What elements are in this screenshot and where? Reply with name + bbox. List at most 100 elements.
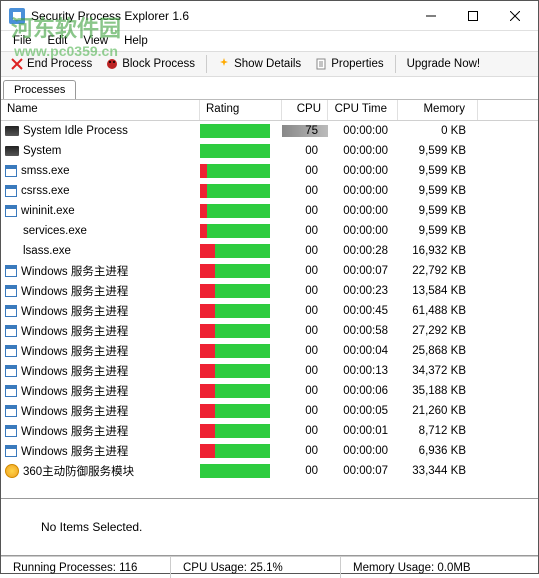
table-row[interactable]: smss.exe0000:00:009,599 KB <box>1 161 538 181</box>
cputime-value: 00:00:23 <box>328 285 398 297</box>
memory-value: 16,932 KB <box>398 245 478 257</box>
table-row[interactable]: services.exe0000:00:009,599 KB <box>1 221 538 241</box>
menu-file[interactable]: File <box>5 33 40 49</box>
properties-button[interactable]: Properties <box>309 56 389 72</box>
process-name: Windows 服务主进程 <box>21 443 128 459</box>
memory-value: 34,372 KB <box>398 365 478 377</box>
rating-bar <box>200 144 270 158</box>
menu-edit[interactable]: Edit <box>40 33 76 49</box>
window-icon <box>5 205 17 217</box>
header-name[interactable]: Name <box>1 100 200 120</box>
memory-value: 0 KB <box>398 125 478 137</box>
cpu-value: 00 <box>282 465 328 477</box>
system-icon <box>5 126 19 136</box>
memory-value: 22,792 KB <box>398 265 478 277</box>
blank-icon <box>5 224 19 238</box>
process-name: Windows 服务主进程 <box>21 363 128 379</box>
window-icon <box>5 265 17 277</box>
table-row[interactable]: System0000:00:009,599 KB <box>1 141 538 161</box>
cputime-value: 00:00:00 <box>328 225 398 237</box>
table-row[interactable]: Windows 服务主进程0000:00:0425,868 KB <box>1 341 538 361</box>
table-row[interactable]: Windows 服务主进程0000:00:1334,372 KB <box>1 361 538 381</box>
memory-value: 9,599 KB <box>398 185 478 197</box>
rating-bar <box>200 404 270 418</box>
process-name: services.exe <box>23 225 87 237</box>
process-list[interactable]: System Idle Process7500:00:000 KBSystem0… <box>1 121 538 498</box>
sparkle-icon <box>218 58 230 70</box>
window-icon <box>5 385 17 397</box>
bug-icon <box>106 58 118 70</box>
table-row[interactable]: 360主动防御服务模块0000:00:0733,344 KB <box>1 461 538 481</box>
cputime-value: 00:00:06 <box>328 385 398 397</box>
table-row[interactable]: System Idle Process7500:00:000 KB <box>1 121 538 141</box>
window-icon <box>5 365 17 377</box>
process-name: Windows 服务主进程 <box>21 303 128 319</box>
cputime-value: 00:00:00 <box>328 125 398 137</box>
memory-value: 33,344 KB <box>398 465 478 477</box>
table-row[interactable]: Windows 服务主进程0000:00:4561,488 KB <box>1 301 538 321</box>
rating-bar <box>200 284 270 298</box>
cputime-value: 00:00:58 <box>328 325 398 337</box>
memory-value: 9,599 KB <box>398 225 478 237</box>
system-icon <box>5 146 19 156</box>
process-name: smss.exe <box>21 165 70 177</box>
maximize-button[interactable] <box>452 2 494 30</box>
table-row[interactable]: wininit.exe0000:00:009,599 KB <box>1 201 538 221</box>
menu-view[interactable]: View <box>75 33 116 49</box>
minimize-button[interactable] <box>410 2 452 30</box>
upgrade-button[interactable]: Upgrade Now! <box>401 56 487 72</box>
detail-empty-text: No Items Selected. <box>41 520 142 534</box>
header-memory[interactable]: Memory <box>398 100 478 120</box>
status-cpu: CPU Usage: 25.1% <box>171 557 341 578</box>
memory-value: 9,599 KB <box>398 205 478 217</box>
window-icon <box>5 405 17 417</box>
cpu-value: 00 <box>282 185 328 197</box>
cpu-value: 00 <box>282 425 328 437</box>
cpu-value: 00 <box>282 445 328 457</box>
table-row[interactable]: Windows 服务主进程0000:00:006,936 KB <box>1 441 538 461</box>
column-headers: Name Rating CPU CPU Time Memory <box>1 99 538 121</box>
blank-icon <box>5 244 19 258</box>
header-rating[interactable]: Rating <box>200 100 282 120</box>
cpu-value: 00 <box>282 365 328 377</box>
table-row[interactable]: csrss.exe0000:00:009,599 KB <box>1 181 538 201</box>
process-name: Windows 服务主进程 <box>21 323 128 339</box>
process-name: Windows 服务主进程 <box>21 263 128 279</box>
cpu-value: 00 <box>282 245 328 257</box>
table-row[interactable]: Windows 服务主进程0000:00:0521,260 KB <box>1 401 538 421</box>
rating-bar <box>200 444 270 458</box>
process-name: System Idle Process <box>23 125 128 137</box>
table-row[interactable]: Windows 服务主进程0000:00:018,712 KB <box>1 421 538 441</box>
process-name: lsass.exe <box>23 245 71 257</box>
memory-value: 9,599 KB <box>398 165 478 177</box>
header-cputime[interactable]: CPU Time <box>328 100 398 120</box>
table-row[interactable]: lsass.exe0000:00:2816,932 KB <box>1 241 538 261</box>
window-icon <box>5 165 17 177</box>
header-cpu[interactable]: CPU <box>282 100 328 120</box>
table-row[interactable]: Windows 服务主进程0000:00:5827,292 KB <box>1 321 538 341</box>
menu-help[interactable]: Help <box>116 33 156 49</box>
cpu-value: 00 <box>282 265 328 277</box>
tab-processes[interactable]: Processes <box>3 80 76 99</box>
rating-bar <box>200 464 270 478</box>
rating-bar <box>200 124 270 138</box>
cputime-value: 00:00:05 <box>328 405 398 417</box>
rating-bar <box>200 324 270 338</box>
cputime-value: 00:00:07 <box>328 465 398 477</box>
cputime-value: 00:00:00 <box>328 205 398 217</box>
titlebar: Security Process Explorer 1.6 <box>1 1 538 31</box>
window-title: Security Process Explorer 1.6 <box>31 9 410 23</box>
table-row[interactable]: Windows 服务主进程0000:00:0635,188 KB <box>1 381 538 401</box>
rating-bar <box>200 244 270 258</box>
close-button[interactable] <box>494 2 536 30</box>
process-name: Windows 服务主进程 <box>21 383 128 399</box>
table-row[interactable]: Windows 服务主进程 0000:00:0722,792 KB <box>1 261 538 281</box>
process-name: csrss.exe <box>21 185 70 197</box>
end-process-button[interactable]: End Process <box>5 56 98 72</box>
cputime-value: 00:00:07 <box>328 265 398 277</box>
rating-bar <box>200 384 270 398</box>
table-row[interactable]: Windows 服务主进程0000:00:2313,584 KB <box>1 281 538 301</box>
block-process-button[interactable]: Block Process <box>100 56 201 72</box>
show-details-button[interactable]: Show Details <box>212 56 307 72</box>
memory-value: 61,488 KB <box>398 305 478 317</box>
